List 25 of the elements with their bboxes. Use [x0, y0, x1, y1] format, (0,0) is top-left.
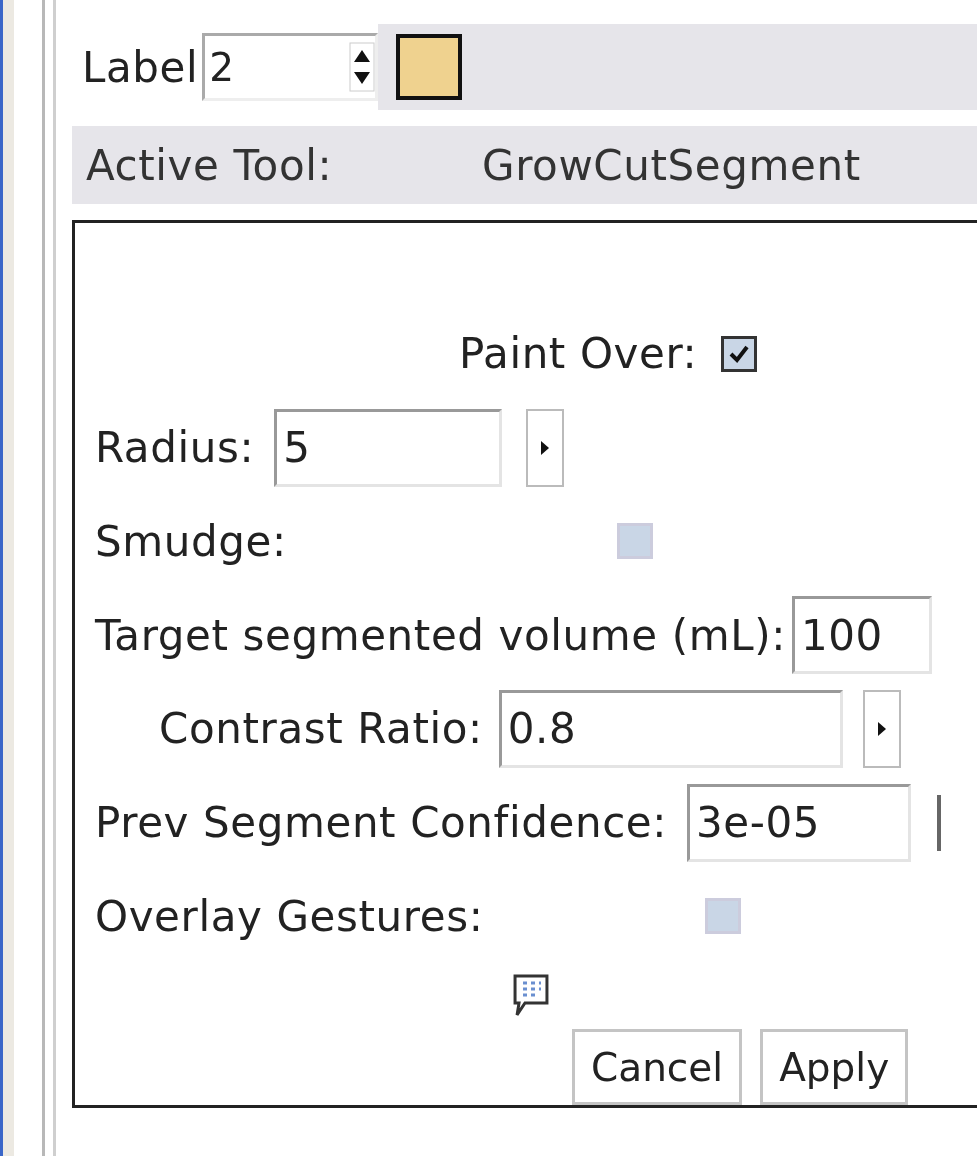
color-swatch[interactable] [396, 34, 463, 100]
option-label: Paint Over: [459, 329, 698, 379]
checkbox[interactable] [721, 335, 758, 372]
option-label: Prev Segment Confidence: [95, 798, 668, 848]
dialog-button[interactable]: Cancel [572, 1029, 743, 1105]
option-label: Contrast Ratio: [159, 704, 483, 754]
input-field[interactable]: 0.8 [498, 689, 843, 768]
option-label: Target segmented volume (mL): [95, 610, 786, 660]
slider-edge [937, 794, 942, 851]
triangle-right-icon [540, 439, 551, 456]
option-label: Smudge: [95, 516, 287, 566]
option-label: Overlay Gestures: [95, 891, 484, 941]
option-label: Radius: [95, 423, 255, 473]
input-field[interactable]: 5 [274, 408, 503, 487]
input-field[interactable]: 100 [791, 596, 932, 675]
spin-arrows-icon[interactable] [349, 42, 376, 92]
arrow-button[interactable] [862, 689, 901, 768]
arrow-button[interactable] [526, 408, 565, 487]
active-tool-label: Active Tool: [86, 140, 334, 190]
dialog-button[interactable]: Apply [760, 1029, 909, 1105]
label-spinbox[interactable]: 2 [202, 33, 379, 101]
input-field[interactable]: 3e-05 [687, 783, 912, 862]
triangle-right-icon [876, 720, 887, 737]
active-tool-name: GrowCutSegment [482, 140, 861, 190]
label-text: Label [82, 42, 199, 92]
